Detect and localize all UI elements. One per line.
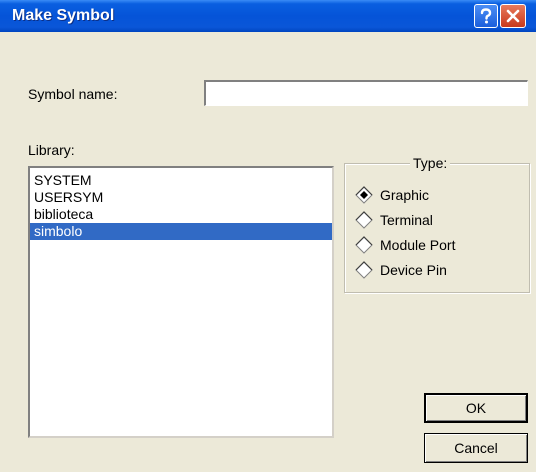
radio-device-pin[interactable]: Device Pin	[354, 259, 447, 281]
radio-module-port[interactable]: Module Port	[354, 234, 455, 256]
radio-terminal[interactable]: Terminal	[354, 209, 433, 231]
list-item[interactable]: USERSYM	[30, 189, 332, 206]
library-label: Library:	[28, 142, 75, 158]
list-item[interactable]: SYSTEM	[30, 172, 332, 189]
radio-label: Module Port	[380, 237, 456, 253]
help-button[interactable]	[474, 4, 498, 28]
radio-unchecked-icon	[355, 211, 373, 229]
symbol-name-label: Symbol name:	[28, 86, 117, 102]
radio-unchecked-icon	[355, 261, 373, 279]
radio-graphic[interactable]: Graphic	[354, 184, 429, 206]
radio-unchecked-icon	[355, 236, 373, 254]
title-bar[interactable]: Make Symbol	[0, 0, 536, 32]
list-item-selected[interactable]: simbolo	[30, 223, 332, 240]
cancel-button[interactable]: Cancel	[424, 433, 528, 463]
close-x-icon	[506, 9, 520, 23]
list-item[interactable]: biblioteca	[30, 206, 332, 223]
symbol-name-label-text: Symbol name:	[28, 86, 118, 102]
type-group-label: Type:	[410, 155, 451, 171]
window-title: Make Symbol	[12, 7, 115, 24]
ok-button-label: OK	[465, 400, 487, 416]
question-mark-icon	[480, 8, 492, 24]
radio-checked-icon	[355, 186, 373, 204]
make-symbol-dialog: Make Symbol Symbol name: Library: SYSTEM…	[0, 0, 536, 472]
ok-button[interactable]: OK	[424, 393, 528, 423]
radio-label: Device Pin	[380, 262, 447, 278]
symbol-name-input[interactable]	[204, 80, 528, 106]
close-button[interactable]	[500, 4, 526, 28]
cancel-button-label: Cancel	[454, 440, 498, 456]
radio-label: Terminal	[380, 212, 433, 228]
library-listbox[interactable]: SYSTEM USERSYM biblioteca simbolo	[28, 166, 334, 438]
radio-label: Graphic	[380, 187, 430, 203]
